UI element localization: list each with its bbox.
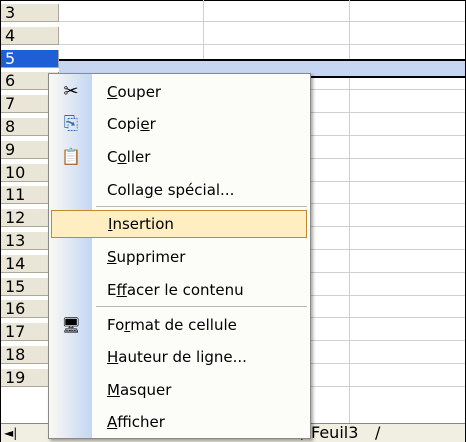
menu-item-collage-special[interactable]: Collage spécial... — [49, 175, 310, 206]
copy-icon: ⎘ — [63, 113, 79, 134]
scissors-icon: ✂ — [63, 81, 79, 102]
row-header-5[interactable]: 5 — [1, 49, 59, 68]
menu-item-format-cellule[interactable]: 🖥 Format de cellule — [49, 310, 310, 341]
grid-row-3[interactable] — [59, 4, 465, 22]
row-header-3[interactable]: 3 — [1, 4, 59, 22]
menu-item-supprimer[interactable]: Supprimer — [49, 242, 310, 273]
menu-item-couper[interactable]: ✂ Couper — [49, 77, 310, 108]
row-header-4[interactable]: 4 — [1, 26, 59, 45]
menu-item-coller[interactable]: 📋 Coller — [49, 142, 310, 173]
menu-separator — [96, 206, 307, 207]
menu-item-effacer-contenu[interactable]: Effacer le contenu — [49, 275, 310, 306]
paste-icon: 📋 — [61, 147, 81, 166]
sheet-tab-label: Feuil3 — [311, 423, 359, 442]
grid-row-4[interactable] — [59, 27, 465, 45]
sheet-tab-feuil3[interactable]: / Feuil3 / — [301, 423, 380, 442]
menu-item-insertion[interactable]: Insertion — [51, 210, 307, 238]
menu-item-hauteur-ligne[interactable]: Hauteur de ligne... — [49, 342, 310, 373]
menu-item-afficher[interactable]: Afficher — [49, 407, 310, 438]
menu-separator — [96, 306, 307, 307]
first-sheet-button[interactable]: ◄| — [4, 424, 17, 442]
context-menu: ✂ Couper ⎘ Copier 📋 Coller Collage spéci… — [48, 73, 311, 439]
format-cell-icon: 🖥 — [61, 316, 81, 334]
menu-item-masquer[interactable]: Masquer — [49, 375, 310, 406]
menu-item-copier[interactable]: ⎘ Copier — [49, 109, 310, 140]
